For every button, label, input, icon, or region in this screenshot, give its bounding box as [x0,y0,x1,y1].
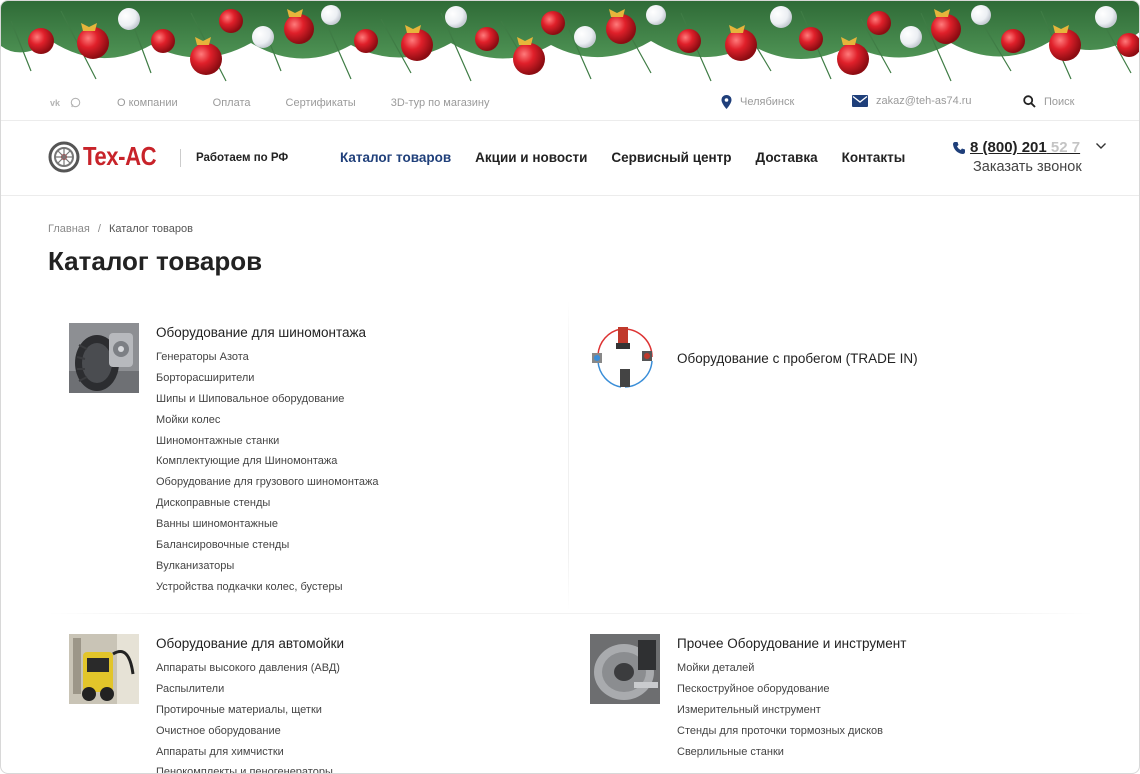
category-image-trade-in[interactable] [590,323,660,393]
top-link-about[interactable]: О компании [117,97,178,109]
page-title: Каталог товаров [48,246,263,276]
slogan: Работаем по РФ [196,152,289,164]
search-icon [1023,95,1036,108]
subcategory-link[interactable]: Вулканизаторы [156,559,378,580]
subcategory-link[interactable]: Балансировочные стенды [156,538,378,559]
subcategory-link[interactable]: Оборудование для грузового шиномонтажа [156,475,378,496]
social-links: vk [48,97,82,109]
city-selector[interactable]: Челябинск [721,95,794,109]
subcategory-link[interactable]: Протирочные материалы, щетки [156,703,340,724]
subcategory-link[interactable]: Борторасширители [156,371,378,392]
category-image-tire-service[interactable] [69,323,139,393]
category-title[interactable]: Прочее Оборудование и инструмент [677,636,906,651]
subcategory-link[interactable]: Ванны шиномонтажные [156,517,378,538]
nav-contacts[interactable]: Контакты [842,150,906,165]
browser-frame: vk О компании Оплата Сертификаты 3D-тур … [0,0,1140,774]
top-link-payment[interactable]: Оплата [213,97,251,109]
nav-promotions[interactable]: Акции и новости [475,150,587,165]
grid-divider-vertical [568,301,569,611]
garland-illustration [1,1,1139,89]
search-label: Поиск [1044,95,1075,108]
brake-disc-photo [590,634,660,704]
main-header: Tex-AC Работаем по РФ Каталог товаров Ак… [1,122,1139,196]
search-button[interactable]: Поиск [1023,95,1074,108]
category-title[interactable]: Оборудование с пробегом (TRADE IN) [677,351,918,366]
callback-link[interactable]: Заказать звонок [973,159,1082,175]
subcategory-link[interactable]: Стенды для проточки тормозных дисков [677,724,883,745]
subcategory-list: Аппараты высокого давления (АВД) Распыли… [156,661,340,773]
top-links: О компании Оплата Сертификаты 3D-тур по … [117,97,525,109]
subcategory-link[interactable]: Мойки деталей [677,661,883,682]
subcategory-link[interactable]: Пескоструйное оборудование [677,682,883,703]
grid-divider-horizontal [48,613,1094,614]
subcategory-link[interactable]: Комплектующие для Шиномонтажа [156,454,378,475]
top-link-3d-tour[interactable]: 3D-тур по магазину [391,97,490,109]
phone-icon [953,141,965,154]
subcategory-link[interactable]: Аппараты высокого давления (АВД) [156,661,340,682]
subcategory-list: Мойки деталей Пескоструйное оборудование… [677,661,883,765]
phone-number[interactable]: 8 (800) 201 52 7 [952,139,1080,156]
subcategory-link[interactable]: Сверлильные станки [677,745,883,766]
category-title[interactable]: Оборудование для автомойки [156,636,344,651]
phone-main: 8 (800) 201 [970,139,1047,156]
breadcrumb-separator: / [97,223,101,235]
subcategory-list: Генераторы Азота Борторасширители Шипы и… [156,350,378,601]
nav-catalog[interactable]: Каталог товаров [340,150,451,165]
top-link-certificates[interactable]: Сертификаты [286,97,356,109]
breadcrumb: Главная / Каталог товаров [48,223,193,235]
subcategory-link[interactable]: Пенокомплекты и пеногенераторы [156,765,340,773]
vk-icon[interactable]: vk [48,97,62,109]
subcategory-link[interactable]: Устройства подкачки колес, бустеры [156,580,378,601]
site-logo[interactable]: Tex-AC [48,138,169,174]
subcategory-link[interactable]: Распылители [156,682,340,703]
category-title[interactable]: Оборудование для шиномонтажа [156,325,366,340]
car-wash-photo [69,634,139,704]
main-nav: Каталог товаров Акции и новости Сервисны… [340,150,929,165]
logo-text: Tex-AC [83,140,157,171]
location-pin-icon [721,95,732,109]
email-label: zakaz@teh-as74.ru [876,95,972,107]
subcategory-link[interactable]: Дископравные стенды [156,496,378,517]
christmas-garland [1,1,1139,89]
subcategory-link[interactable]: Очистное оборудование [156,724,340,745]
trade-in-photo [590,323,660,393]
subcategory-link[interactable]: Мойки колес [156,413,378,434]
city-label: Челябинск [740,96,795,108]
top-bar: vk О компании Оплата Сертификаты 3D-тур … [1,89,1139,121]
whatsapp-icon[interactable] [68,97,82,109]
nav-service-center[interactable]: Сервисный центр [611,150,731,165]
tire-photo [69,323,139,393]
email-link[interactable]: zakaz@teh-as74.ru [852,95,972,107]
logo-divider [180,149,181,167]
phone-faded: 52 7 [1046,139,1081,156]
tire-logo-icon [48,141,80,173]
category-image-car-wash[interactable] [69,634,139,704]
nav-delivery[interactable]: Доставка [756,150,818,165]
mail-icon [852,95,868,107]
breadcrumb-home[interactable]: Главная [48,223,90,235]
subcategory-link[interactable]: Аппараты для химчистки [156,745,340,766]
subcategory-link[interactable]: Шиномонтажные станки [156,434,378,455]
breadcrumb-current: Каталог товаров [108,223,193,235]
subcategory-link[interactable]: Шипы и Шиповальное оборудование [156,392,378,413]
subcategory-link[interactable]: Генераторы Азота [156,350,378,371]
subcategory-link[interactable]: Измерительный инструмент [677,703,883,724]
category-image-other-equipment[interactable] [590,634,660,704]
chevron-down-icon[interactable] [1095,142,1107,150]
